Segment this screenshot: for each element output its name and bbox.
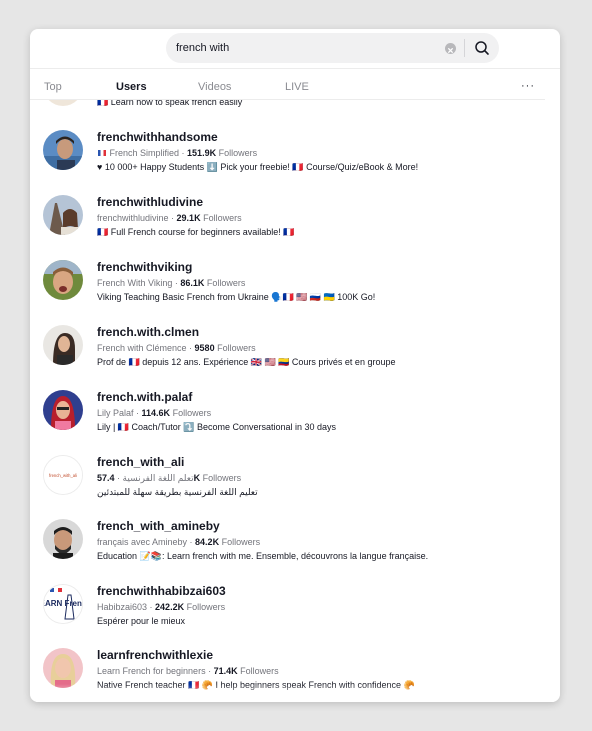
display-name: frenchwithludivine [97,213,169,223]
search-input[interactable] [176,33,436,63]
user-bio: Education 📝📚: Learn french with me. Ense… [97,551,429,561]
user-row[interactable]: frenchwithhandsome French Simplified · 1… [30,130,560,190]
display-name: français avec Amineby [97,537,188,547]
user-meta: Learn French for beginners · 71.4K Follo… [97,666,279,676]
followers-label: Followers [186,602,226,612]
username: frenchwithhandsome [97,130,218,144]
follower-count: 151.9K [187,148,217,158]
display-name: French With Viking [97,278,173,288]
user-meta: Habibzai603 · 242.2K Followers [97,602,226,612]
avatar-logo-text: french_with_ali [49,473,77,478]
user-bio: Lily | 🇫🇷 Coach/Tutor ⤵️ Become Conversa… [97,422,337,432]
user-bio: Viking Teaching Basic French from Ukrain… [97,292,376,302]
follower-count: 86.1K [180,278,205,288]
user-row[interactable]: french_with_amineby français avec Amineb… [30,519,560,579]
france-flag-icon [98,150,106,156]
avatar[interactable] [43,195,83,235]
user-meta: français avec Amineby · 84.2K Followers [97,537,261,547]
more-options-button[interactable]: ··· [521,80,535,92]
search-bar [166,33,499,63]
user-meta: French With Viking · 86.1K Followers [97,278,246,288]
search-button[interactable] [471,38,493,58]
user-row[interactable]: french_with_ali french_with_ali تعلم الل… [30,455,560,515]
user-meta: French Simplified · 151.9K Followers [97,148,257,158]
user-bio: 🇫🇷 Learn how to speak french easily [97,100,243,107]
avatar[interactable]: LEARN French [43,584,83,624]
user-bio: ♥ 10 000+ Happy Students ⬇️ Pick your fr… [97,162,419,172]
tab-users[interactable]: Users [116,81,147,93]
tab-videos[interactable]: Videos [198,81,231,93]
followers-label: Followers [203,213,242,223]
user-row[interactable]: french.with.palaf Lily Palaf · 114.6K Fo… [30,390,560,450]
avatar[interactable] [43,325,83,365]
avatar[interactable]: french_with_ali [43,455,83,495]
logo-icon: french_with_ali [44,456,82,494]
user-row[interactable]: french.with.clmen French with Clémence ·… [30,325,560,385]
followers-label: Followers [218,148,258,158]
followers-label: Followers [202,473,242,483]
username: frenchwithludivine [97,195,204,209]
display-name: Lily Palaf [97,408,134,418]
close-icon [448,48,453,53]
followers-label: Followers [217,343,256,353]
avatar[interactable] [43,130,83,170]
profile-photo-icon [43,390,83,430]
user-meta: French with Clémence · 9580 Followers [97,343,256,353]
username: frenchwithhabibzai603 [97,584,226,598]
user-meta: Lily Palaf · 114.6K Followers [97,408,212,418]
profile-photo-icon [43,195,83,235]
display-name: تعلم اللغة الفرنسية [122,473,194,483]
follower-count: 29.1K [176,213,201,223]
avatar[interactable] [43,519,83,559]
display-name: Habibzai603 [97,602,148,612]
followers-label: Followers [206,278,246,288]
user-bio: 🇫🇷 Full French course for beginners avai… [97,227,295,237]
username: french_with_ali [97,455,185,469]
learn-french-logo-icon: LEARN French [44,585,82,623]
user-bio: Espérer pour le mieux [97,616,186,626]
clear-search-button[interactable] [445,43,456,54]
display-name: French Simplified [109,148,180,158]
profile-photo-icon [43,648,83,688]
followers-label: Followers [172,408,212,418]
followers-label: Followers [221,537,261,547]
list-fade [30,684,560,702]
avatar[interactable] [43,100,83,106]
display-name: Learn French for beginners [97,666,206,676]
user-results-list: 🇫🇷 Learn how to speak french easily fren… [30,100,560,702]
display-name: French with Clémence [97,343,187,353]
profile-photo-icon [43,260,83,300]
follower-count: 114.6K [141,408,171,418]
header-divider [30,68,560,69]
search-divider [464,39,465,57]
tab-live[interactable]: LIVE [285,81,309,93]
search-icon [475,41,489,55]
user-bio: تعليم اللغة الفرنسية بطريقة سهلة للمبتدئ… [97,487,258,497]
follower-count: 84.2K [195,537,220,547]
tab-top[interactable]: Top [44,81,62,93]
username: french.with.palaf [97,390,193,404]
search-results-panel: Top Users Videos LIVE ··· 🇫🇷 Learn how t… [30,29,560,702]
user-meta: تعلم اللغة الفرنسية · 57.4K Followers [97,473,242,483]
user-row[interactable]: frenchwithviking French With Viking · 86… [30,260,560,320]
profile-photo-icon [43,130,83,170]
follower-count: 242.2K [155,602,185,612]
user-meta: frenchwithludivine · 29.1K Followers [97,213,242,223]
follower-count: 9580 [194,343,215,353]
user-row[interactable]: frenchwithludivine frenchwithludivine · … [30,195,560,255]
avatar[interactable] [43,260,83,300]
followers-label: Followers [240,666,279,676]
profile-photo-icon [43,325,83,365]
user-row[interactable]: LEARN French frenchwithhabibzai603 Habib… [30,584,560,644]
avatar-logo-text: LEARN French [44,599,82,608]
username: frenchwithviking [97,260,193,274]
username: french.with.clmen [97,325,200,339]
username: learnfrenchwithlexie [97,648,214,662]
avatar[interactable] [43,390,83,430]
username: french_with_amineby [97,519,220,533]
profile-photo-icon [43,519,83,559]
user-bio: Prof de 🇫🇷 depuis 12 ans. Expérience 🇬🇧 … [97,357,396,367]
avatar[interactable] [43,648,83,688]
follower-count: 71.4K [213,666,238,676]
